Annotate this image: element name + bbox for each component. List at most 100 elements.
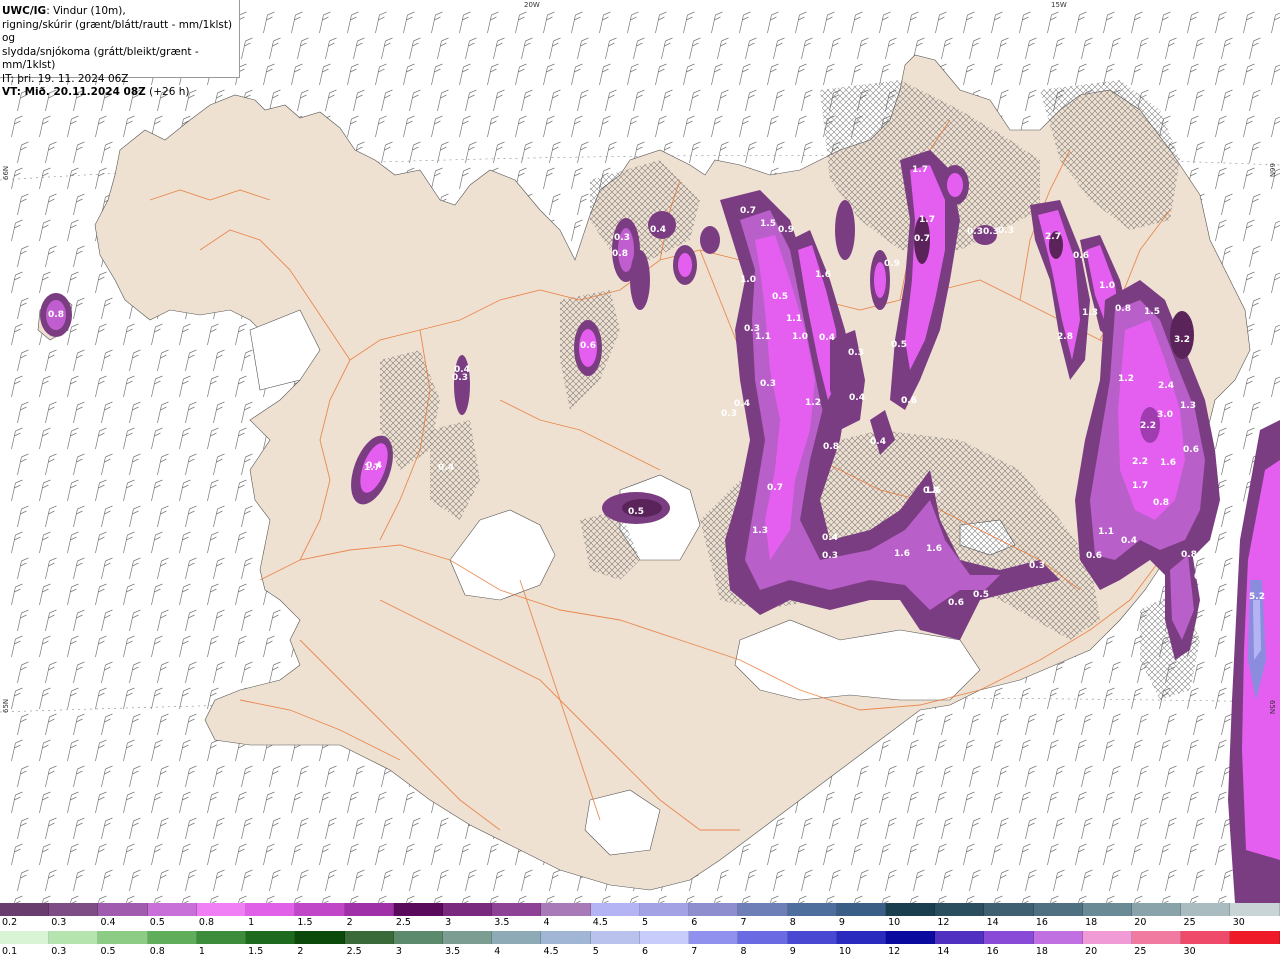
- wind-barb: [241, 609, 253, 632]
- wind-barb: [375, 843, 387, 866]
- wind-barb: [1187, 687, 1199, 710]
- wind-barb: [39, 687, 51, 710]
- scale-cell: [689, 903, 739, 916]
- wind-barb: [179, 687, 191, 710]
- wind-barb: [1103, 791, 1115, 814]
- wind-barb: [403, 11, 415, 34]
- wind-barb: [1187, 11, 1199, 34]
- wind-barb: [325, 869, 337, 892]
- wind-barb: [157, 817, 169, 840]
- wind-barb: [101, 349, 113, 372]
- wind-barb: [633, 89, 645, 112]
- wind-barb: [123, 843, 135, 866]
- wind-barb: [129, 765, 141, 788]
- scale-cell: [885, 903, 936, 916]
- wind-barb: [571, 11, 583, 34]
- wind-barb: [571, 63, 583, 86]
- wind-barb: [67, 167, 79, 190]
- wind-barb: [1109, 817, 1121, 840]
- precip-value-label: 1.6: [815, 270, 831, 280]
- wind-barb: [1215, 635, 1227, 658]
- wind-barb: [1249, 89, 1261, 112]
- scale-label: 5: [592, 946, 599, 957]
- wind-barb: [487, 843, 499, 866]
- scale-label: 9: [789, 946, 796, 957]
- wind-barb: [437, 141, 449, 164]
- wind-barb: [241, 505, 253, 528]
- wind-barb: [151, 323, 163, 346]
- precip-value-label: 3.0: [1157, 410, 1173, 420]
- wind-barb: [1047, 843, 1059, 866]
- wind-barb: [39, 531, 51, 554]
- precip-value-label: 0.4: [822, 533, 838, 543]
- wind-barb: [711, 11, 723, 34]
- scale-cell: [885, 931, 936, 944]
- forecast-map[interactable]: 0.8 0.4 1.7 0.4 0.4 0.3 0.6 0.5 0.3 0.8 0.4 0.7 1.5 0…: [0, 0, 1280, 903]
- wind-barb: [1215, 843, 1227, 866]
- wind-barb: [885, 869, 897, 892]
- wind-barb: [717, 141, 729, 164]
- wind-barb: [1053, 37, 1065, 60]
- wind-barb: [95, 271, 107, 294]
- wind-barb: [95, 375, 107, 398]
- precip-value-label: 0.6: [1086, 551, 1102, 561]
- wind-barb: [151, 427, 163, 450]
- wind-barb: [381, 89, 393, 112]
- snow-color-scale: [0, 903, 1280, 916]
- precip-value-label: 1.3: [1082, 308, 1098, 318]
- wind-barb: [95, 115, 107, 138]
- precip-value-label: 2.7: [1045, 232, 1061, 242]
- wind-barb: [39, 271, 51, 294]
- wind-barb: [465, 869, 477, 892]
- wind-barb: [745, 141, 757, 164]
- wind-barb: [1215, 167, 1227, 190]
- wind-barb: [745, 89, 757, 112]
- wind-barb: [465, 37, 477, 60]
- wind-barb: [297, 37, 309, 60]
- wind-barb: [851, 843, 863, 866]
- wind-barb: [185, 557, 197, 580]
- scale-label: 5: [642, 917, 649, 928]
- wind-barb: [319, 63, 331, 86]
- wind-barb: [95, 687, 107, 710]
- wind-barb: [1193, 37, 1205, 60]
- wind-barb: [17, 661, 29, 684]
- wind-barb: [95, 427, 107, 450]
- scale-cell: [1132, 931, 1182, 944]
- scale-label: 12: [888, 946, 901, 957]
- scale-label: 2: [346, 917, 353, 928]
- wind-barb: [1165, 89, 1177, 112]
- wind-barb: [403, 63, 415, 86]
- wind-barb: [577, 89, 589, 112]
- wind-barb: [571, 219, 583, 242]
- wind-barb: [661, 89, 673, 112]
- wind-barb: [179, 479, 191, 502]
- scale-cell: [0, 903, 50, 916]
- snow-scale-labels: 0.2 0.3 0.4 0.5 0.8 1 1.5 2 2.5 3 3.5 4 4.5 5 6 7 8 9 10 12…: [0, 917, 1280, 929]
- scale-cell: [196, 903, 247, 916]
- wind-barb: [969, 37, 981, 60]
- wind-barb: [941, 817, 953, 840]
- precip-value-label: 0.8: [823, 442, 839, 452]
- wind-barb: [101, 609, 113, 632]
- wind-barb: [269, 609, 281, 632]
- wind-barb: [969, 869, 981, 892]
- wind-barb: [493, 89, 505, 112]
- wind-barb: [39, 635, 51, 658]
- wind-barb: [1075, 739, 1087, 762]
- wind-barb: [213, 609, 225, 632]
- wind-barb: [297, 765, 309, 788]
- wind-barb: [185, 661, 197, 684]
- lead-time: (+26 h): [145, 86, 190, 98]
- map-info-box: UWC/IG: Vindur (10m), rigning/skúrir (gr…: [0, 0, 240, 98]
- scale-label: 16: [986, 946, 999, 957]
- wind-barb: [67, 583, 79, 606]
- wind-barb: [1271, 376, 1280, 398]
- wind-barb: [297, 817, 309, 840]
- wind-barb: [157, 661, 169, 684]
- wind-barb: [546, 895, 555, 903]
- wind-barb: [605, 89, 617, 112]
- wind-barb: [1109, 713, 1121, 736]
- wind-barb: [1047, 739, 1059, 762]
- wind-barb: [941, 869, 953, 892]
